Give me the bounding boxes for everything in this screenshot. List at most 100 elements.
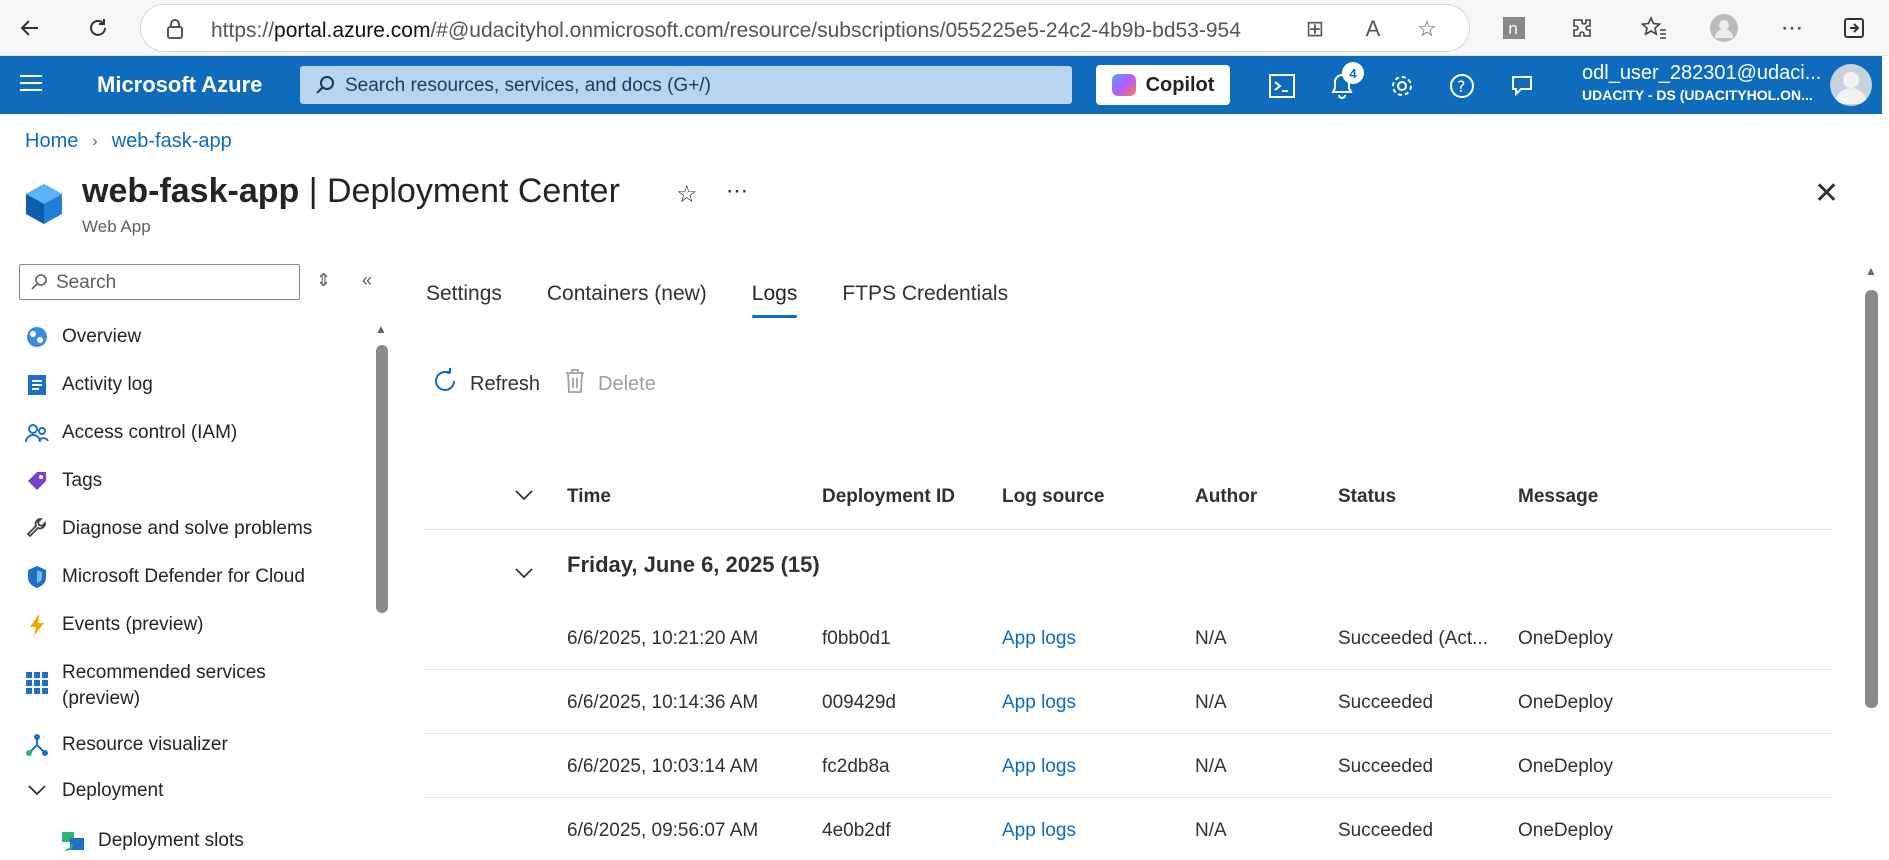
cell-author: N/A [1195,692,1227,713]
help-icon[interactable]: ? [1446,70,1478,102]
wrench-icon [24,516,50,542]
sidebar-scroll-up-icon[interactable]: ▲ [375,322,387,336]
column-header-time[interactable]: Time [567,486,611,508]
cell-message: OneDeploy [1518,692,1614,713]
more-options-icon[interactable]: ⋯ [1774,10,1810,46]
account-info[interactable]: odl_user_282301@udaci... UDACITY - DS (U… [1582,62,1821,103]
sidebar-toggle-icon[interactable] [1836,10,1872,46]
read-aloud-icon[interactable]: A [1359,15,1387,43]
cell-time: 6/6/2025, 10:21:20 AM [567,628,759,649]
cloud-shell-icon[interactable] [1266,70,1298,102]
page-subtitle: Web App [82,217,151,236]
column-header-status[interactable]: Status [1338,486,1396,508]
tab-settings[interactable]: Settings [426,282,502,318]
refresh-icon [432,367,458,400]
apps-icon[interactable]: ⊞ [1301,15,1329,43]
reload-icon[interactable] [80,10,116,46]
table-row[interactable]: 6/6/2025, 10:21:20 AM f0bb0d1 App logs N… [423,606,1831,670]
app-logs-link[interactable]: App logs [1002,692,1076,714]
lightning-icon [24,612,50,638]
menu-icon[interactable] [20,74,42,97]
more-icon[interactable]: ⋯ [726,178,748,204]
back-icon[interactable] [12,10,48,46]
cell-message: OneDeploy [1518,820,1614,841]
app-logs-link[interactable]: App logs [1002,820,1076,842]
sidebar-item-tags[interactable]: Tags [24,468,364,494]
app-logs-link[interactable]: App logs [1002,756,1076,778]
cell-status: Succeeded [1338,692,1434,713]
chevron-down-icon [24,778,50,804]
sort-updown-icon[interactable]: ⇕ [316,270,331,291]
cell-status: Succeeded [1338,756,1434,777]
breadcrumb-resource[interactable]: web-fask-app [112,130,232,153]
tab-containers[interactable]: Containers (new) [547,282,707,318]
user-tenant: UDACITY - DS (UDACITYHOL.ON... [1582,87,1813,103]
lock-icon [165,18,185,45]
favorite-star-icon[interactable]: ☆ [1413,15,1441,43]
table-row[interactable]: 6/6/2025, 10:14:36 AM 009429d App logs N… [423,670,1831,734]
sidebar-group-deployment[interactable]: Deployment [24,778,364,804]
user-name: odl_user_282301@udaci... [1582,62,1822,84]
address-bar[interactable]: https://portal.azure.com/#@udacityhol.on… [140,4,1470,52]
tab-bar: Settings Containers (new) Logs FTPS Cred… [426,282,1053,318]
delete-button[interactable]: Delete [564,368,656,400]
sidebar-item-deployment-slots[interactable]: Deployment slots [60,828,400,854]
profile-avatar-icon[interactable] [1706,10,1742,46]
column-header-message[interactable]: Message [1518,486,1598,508]
slots-icon [60,828,86,854]
close-icon[interactable]: ✕ [1814,176,1839,211]
cell-author: N/A [1195,628,1227,649]
favorite-star-icon[interactable]: ☆ [676,180,698,209]
settings-gear-icon[interactable] [1386,70,1418,102]
column-header-author[interactable]: Author [1195,486,1257,508]
tag-icon [24,468,50,494]
group-header[interactable]: Friday, June 6, 2025 (15) [423,530,1831,606]
main-scrollbar[interactable] [1865,290,1878,708]
sidebar-item-activity-log[interactable]: Activity log [24,372,364,398]
cell-deployment-id: 009429d [822,692,896,713]
copilot-button[interactable]: Copilot [1096,65,1230,105]
chevron-down-icon [515,560,533,586]
sidebar-item-resource-visualizer[interactable]: Resource visualizer [24,732,364,758]
tab-logs[interactable]: Logs [751,282,797,318]
table-row[interactable]: 6/6/2025, 10:03:14 AM fc2db8a App logs N… [423,734,1831,798]
global-search-input[interactable]: Search resources, services, and docs (G+… [300,66,1072,104]
table-row[interactable]: 6/6/2025, 09:56:07 AM 4e0b2df App logs N… [423,798,1831,860]
azure-top-bar: Microsoft Azure Search resources, servic… [0,56,1882,114]
column-header-log-source[interactable]: Log source [1002,486,1104,508]
main-scroll-up-icon[interactable]: ▲ [1865,264,1877,278]
extensions-puzzle-icon[interactable] [1564,10,1600,46]
sidebar-item-diagnose[interactable]: Diagnose and solve problems [24,516,364,542]
sidebar-item-recommended[interactable]: Recommended services (preview) [24,660,364,712]
brand-title[interactable]: Microsoft Azure [97,72,262,98]
collapse-all-chevron-icon[interactable] [515,486,533,508]
cell-message: OneDeploy [1518,628,1614,649]
collapse-sidebar-icon[interactable]: « [362,270,372,291]
search-icon [30,273,48,296]
browser-toolbar: https://portal.azure.com/#@udacityhol.on… [0,0,1889,56]
feedback-icon[interactable] [1506,70,1538,102]
extension-n-icon[interactable]: n [1496,10,1532,46]
activity-log-icon [24,372,50,398]
breadcrumb: Home › web-fask-app [25,130,232,153]
command-bar: Refresh Delete [432,367,656,400]
refresh-button[interactable]: Refresh [432,367,540,400]
svg-text:n: n [1508,19,1518,38]
sidebar-search-input[interactable]: Search [19,264,300,300]
sidebar-scrollbar[interactable] [376,345,388,613]
tab-ftps-credentials[interactable]: FTPS Credentials [842,282,1008,318]
app-logs-link[interactable]: App logs [1002,628,1076,650]
favorites-icon[interactable] [1636,10,1672,46]
sidebar-item-overview[interactable]: Overview [24,324,364,350]
cell-deployment-id: 4e0b2df [822,820,891,841]
sidebar-item-defender[interactable]: Microsoft Defender for Cloud [24,564,364,590]
copilot-icon [1111,74,1136,96]
column-header-deployment-id[interactable]: Deployment ID [822,486,955,508]
avatar[interactable] [1830,64,1872,106]
chevron-right-icon: › [92,132,98,150]
sidebar-item-iam[interactable]: Access control (IAM) [24,420,364,446]
breadcrumb-home[interactable]: Home [25,130,78,153]
cell-deployment-id: fc2db8a [822,756,890,777]
sidebar-item-events[interactable]: Events (preview) [24,612,364,638]
network-icon [24,732,50,758]
